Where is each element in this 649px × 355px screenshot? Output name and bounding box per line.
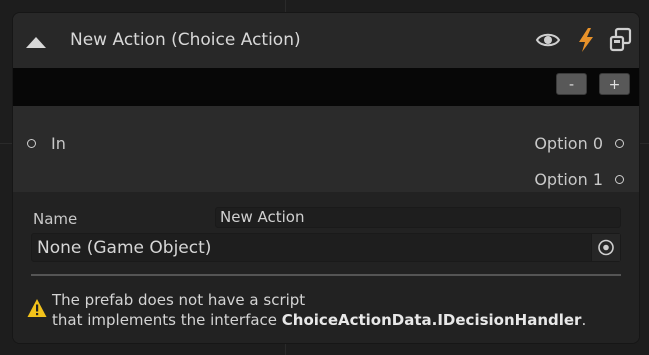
output-port-option-0[interactable] (615, 139, 624, 148)
game-object-field[interactable]: None (Game Object) (31, 233, 621, 262)
node-inspector: Name New Action None (Game Object) The p… (13, 192, 639, 343)
eye-icon[interactable] (535, 27, 561, 53)
warning-line-2-prefix: that implements the interface (52, 311, 282, 329)
add-option-button[interactable]: + (599, 73, 630, 95)
inspector-divider (31, 274, 621, 276)
name-input[interactable]: New Action (215, 207, 621, 228)
output-port-option-1[interactable] (615, 175, 624, 184)
warning-line-2-suffix: . (581, 311, 587, 329)
warning-message: The prefab does not have a script that i… (52, 290, 586, 330)
object-picker-button[interactable] (591, 234, 620, 261)
remove-option-button[interactable]: - (556, 73, 587, 95)
choice-action-node[interactable]: New Action (Choice Action) - + In Option… (13, 13, 639, 343)
warning-line-1: The prefab does not have a script (52, 291, 306, 309)
target-icon (598, 239, 614, 256)
collapse-triangle-icon[interactable] (25, 35, 47, 49)
node-title: New Action (Choice Action) (70, 30, 301, 50)
input-port-in[interactable] (27, 139, 36, 148)
game-object-field-value: None (Game Object) (37, 238, 212, 258)
node-toolbar: - + (13, 68, 639, 106)
input-port-label: In (51, 134, 66, 153)
output-port-label: Option 1 (534, 170, 603, 189)
name-field-label: Name (33, 210, 78, 228)
bolt-icon[interactable] (573, 27, 599, 53)
node-header[interactable]: New Action (Choice Action) (13, 13, 639, 68)
warning-interface-name: ChoiceActionData.IDecisionHandler (281, 311, 582, 329)
prefab-icon[interactable] (608, 27, 634, 53)
node-ports: In Option 0 Option 1 (13, 106, 639, 192)
output-port-label: Option 0 (534, 134, 603, 153)
warning-triangle-icon (27, 299, 47, 317)
